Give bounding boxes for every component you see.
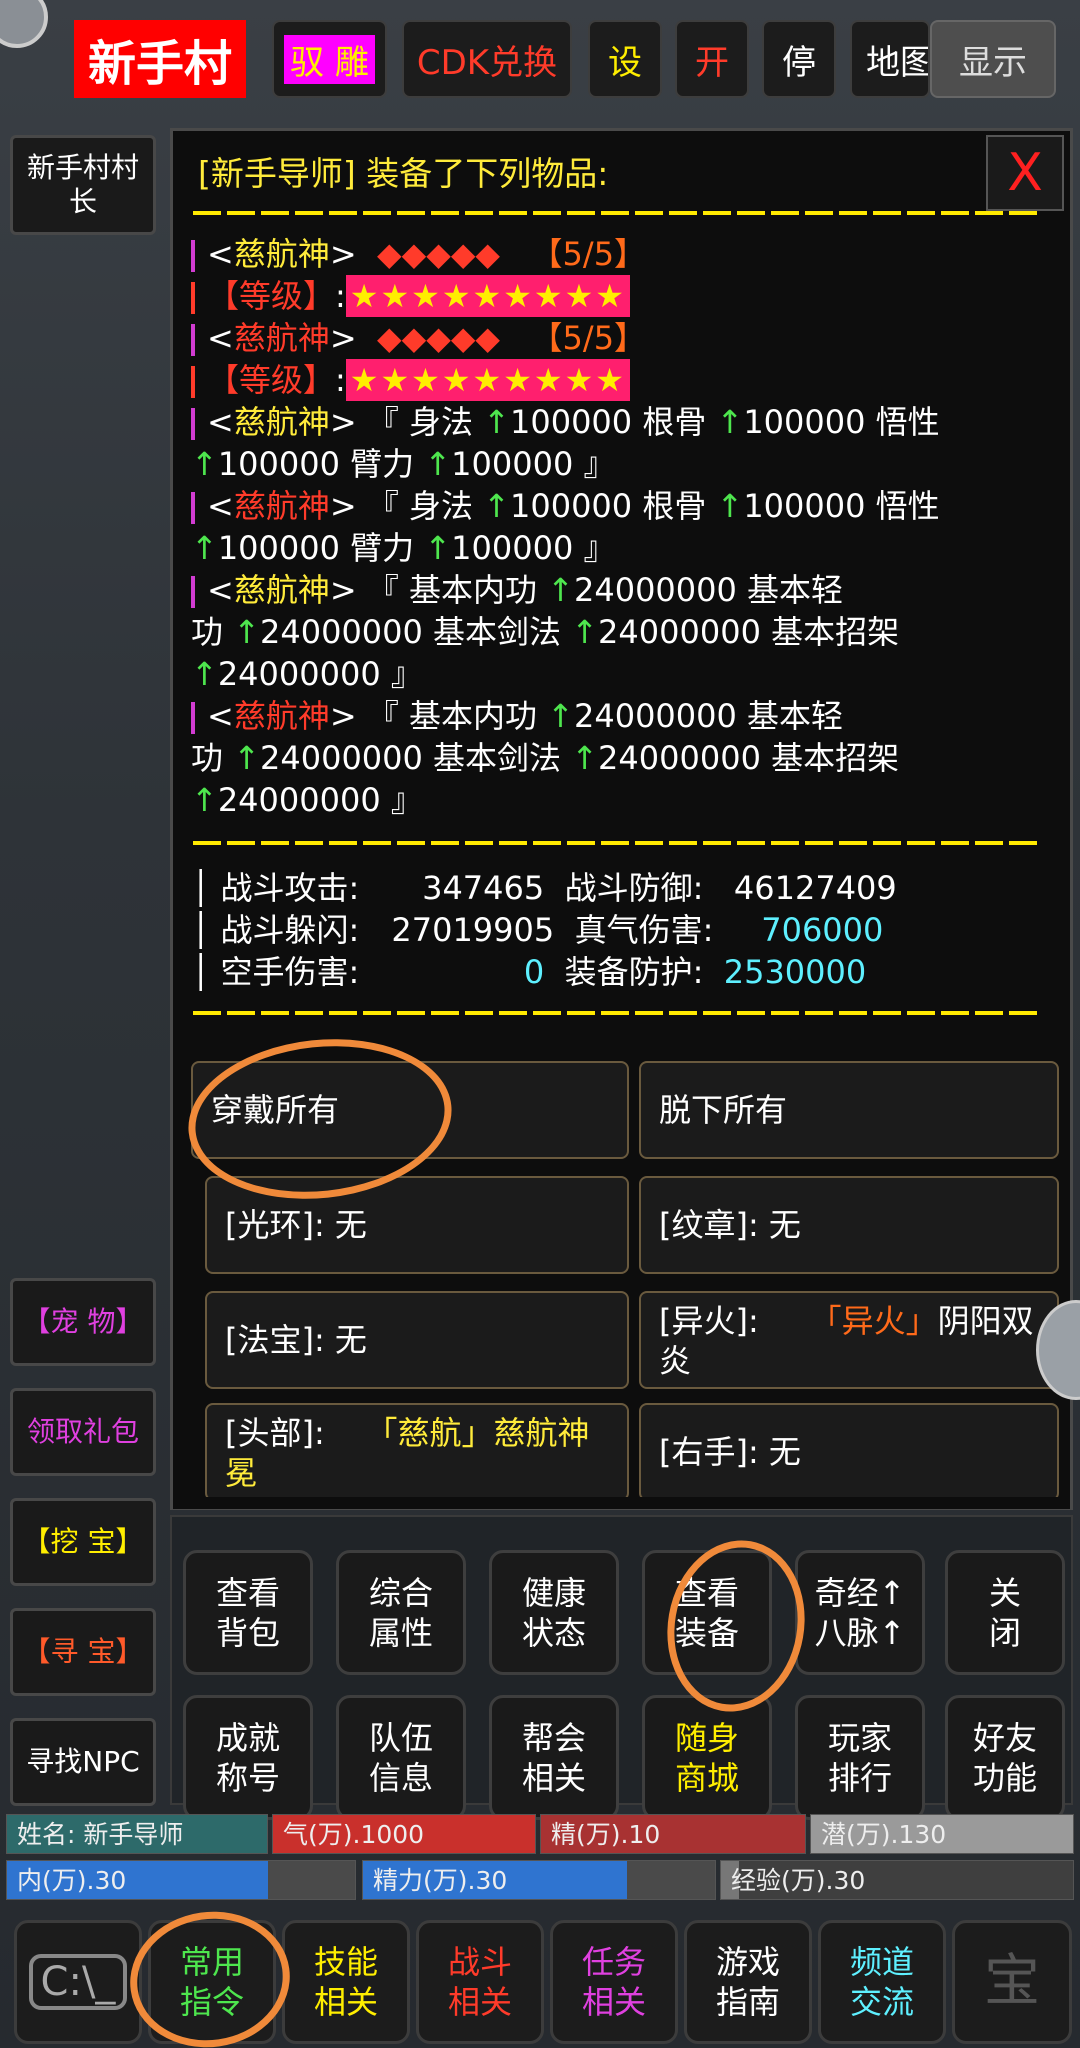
equip-line: ↑100000 臂力 ↑100000 』 <box>191 445 616 483</box>
location-title: 新手村 <box>74 20 246 98</box>
equip-line: <慈航神> 『 基本内功 ↑24000000 基本轻 <box>191 695 843 737</box>
equip-line: ↑24000000 』 <box>191 781 423 819</box>
equip-line: ↑24000000 』 <box>191 655 423 693</box>
tab-quests[interactable]: 任务 相关 <box>550 1920 678 2044</box>
status-jingli: 精力(万).30 <box>362 1860 716 1900</box>
start-button[interactable]: 开 <box>675 20 749 98</box>
cmd-meridians[interactable]: 奇经↑ 八脉↑ <box>795 1550 925 1675</box>
tab-skills[interactable]: 技能 相关 <box>282 1920 410 2044</box>
slot-treasure[interactable]: [法宝]: 无 <box>205 1291 629 1389</box>
divider <box>193 1011 1038 1015</box>
status-qian: 潜(万).130 <box>810 1814 1074 1854</box>
console-icon: C:\_ <box>28 1954 128 2010</box>
npc-village-chief[interactable]: 新手村村长 <box>10 135 156 235</box>
sidebar-item-seek-treasure[interactable]: 【寻 宝】 <box>10 1608 156 1696</box>
treasure-icon: 宝 <box>984 1949 1040 2014</box>
panel-header: [新手导师] 装备了下列物品: <box>198 154 609 193</box>
cmd-attributes[interactable]: 综合 属性 <box>336 1550 466 1675</box>
stats-row: │ 战斗躲闪: 27019905 真气伤害: 706000 <box>191 911 884 949</box>
wear-all-button[interactable]: 穿戴所有 <box>191 1061 629 1159</box>
cdk-redeem-button[interactable]: CDK兑换 <box>402 20 572 98</box>
cmd-achievements[interactable]: 成就 称号 <box>183 1695 313 1820</box>
tab-channel[interactable]: 频道 交流 <box>818 1920 946 2044</box>
slot-emblem[interactable]: [纹章]: 无 <box>639 1176 1059 1274</box>
sidebar-item-pet[interactable]: 【宠 物】 <box>10 1278 156 1366</box>
stats-row: │ 空手伤害: 0 装备防护: 2530000 <box>191 953 867 991</box>
tab-common-commands[interactable]: 常用 指令 <box>148 1920 276 2044</box>
status-exp: 经验(万).30 <box>720 1860 1074 1900</box>
status-jing: 精(万).10 <box>540 1814 806 1854</box>
equipment-panel: [新手导师] 装备了下列物品: X <慈航神> ◆◆◆◆◆ 【5/5】 【等级】… <box>170 128 1073 1510</box>
sidebar-item-dig-treasure[interactable]: 【挖 宝】 <box>10 1498 156 1586</box>
cmd-guild[interactable]: 帮会 相关 <box>489 1695 619 1820</box>
close-icon: X <box>1007 143 1043 203</box>
divider <box>193 841 1038 845</box>
close-button[interactable]: X <box>986 135 1064 211</box>
sidebar-item-gift[interactable]: 领取礼包 <box>10 1388 156 1476</box>
cmd-view-bag[interactable]: 查看 背包 <box>183 1550 313 1675</box>
equip-line: 功 ↑24000000 基本剑法 ↑24000000 基本招架 <box>191 739 900 777</box>
equip-line: <慈航神> 『 身法 ↑100000 根骨 ↑100000 悟性 <box>191 401 940 443</box>
menu-toggle-icon[interactable] <box>0 0 48 48</box>
equip-line: <慈航神> ◆◆◆◆◆ 【5/5】 <box>191 317 646 359</box>
tab-combat[interactable]: 战斗 相关 <box>416 1920 544 2044</box>
ride-eagle-button[interactable]: 驭 雕 <box>272 20 387 98</box>
cmd-health[interactable]: 健康 状态 <box>489 1550 619 1675</box>
equip-level-line: 【等级】: ★★★★★★★★★ <box>191 359 630 401</box>
cmd-shop[interactable]: 随身 商城 <box>642 1695 772 1820</box>
map-button[interactable]: 地图 <box>850 20 930 98</box>
equip-line: <慈航神> 『 基本内功 ↑24000000 基本轻 <box>191 569 843 611</box>
slot-head[interactable]: [头部]: 「慈航」慈航神冕 <box>205 1403 629 1501</box>
equip-line: <慈航神> ◆◆◆◆◆ 【5/5】 <box>191 233 646 275</box>
equip-line: <慈航神> 『 身法 ↑100000 根骨 ↑100000 悟性 <box>191 485 940 527</box>
status-nei: 内(万).30 <box>6 1860 356 1900</box>
status-qi: 气(万).1000 <box>272 1814 536 1854</box>
cmd-friends[interactable]: 好友 功能 <box>945 1695 1065 1820</box>
status-name: 姓名: 新手导师 <box>6 1814 268 1854</box>
equip-line: ↑100000 臂力 ↑100000 』 <box>191 529 616 567</box>
stop-button[interactable]: 停 <box>762 20 836 98</box>
slot-right-hand[interactable]: [右手]: 无 <box>639 1403 1059 1501</box>
equip-level-line: 【等级】: ★★★★★★★★★ <box>191 275 630 317</box>
slot-strange-fire[interactable]: [异火]: 「异火」阴阳双炎 <box>639 1291 1059 1389</box>
cmd-team[interactable]: 队伍 信息 <box>336 1695 466 1820</box>
settings-button[interactable]: 设 <box>588 20 662 98</box>
console-button[interactable]: C:\_ <box>14 1920 142 2044</box>
display-button[interactable]: 显示 <box>930 20 1056 98</box>
game-screen: 新手村 驭 雕 CDK兑换 设 开 停 地图 显示 新手村村长 【宠 物】 领取… <box>0 0 1080 2048</box>
equip-line: 功 ↑24000000 基本剑法 ↑24000000 基本招架 <box>191 613 900 651</box>
divider <box>193 211 1038 215</box>
panel-bottom-edge <box>173 1497 1070 1509</box>
cmd-ranking[interactable]: 玩家 排行 <box>795 1695 925 1820</box>
stats-row: │ 战斗攻击: 347465 战斗防御: 46127409 <box>191 869 897 907</box>
cmd-close[interactable]: 关 闭 <box>945 1550 1065 1675</box>
tab-guide[interactable]: 游戏 指南 <box>684 1920 812 2044</box>
sidebar-item-find-npc[interactable]: 寻找NPC <box>10 1718 156 1806</box>
treasure-button[interactable]: 宝 <box>952 1920 1072 2044</box>
cmd-view-equipment[interactable]: 查看 装备 <box>642 1550 772 1675</box>
remove-all-button[interactable]: 脱下所有 <box>639 1061 1059 1159</box>
slot-halo[interactable]: [光环]: 无 <box>205 1176 629 1274</box>
